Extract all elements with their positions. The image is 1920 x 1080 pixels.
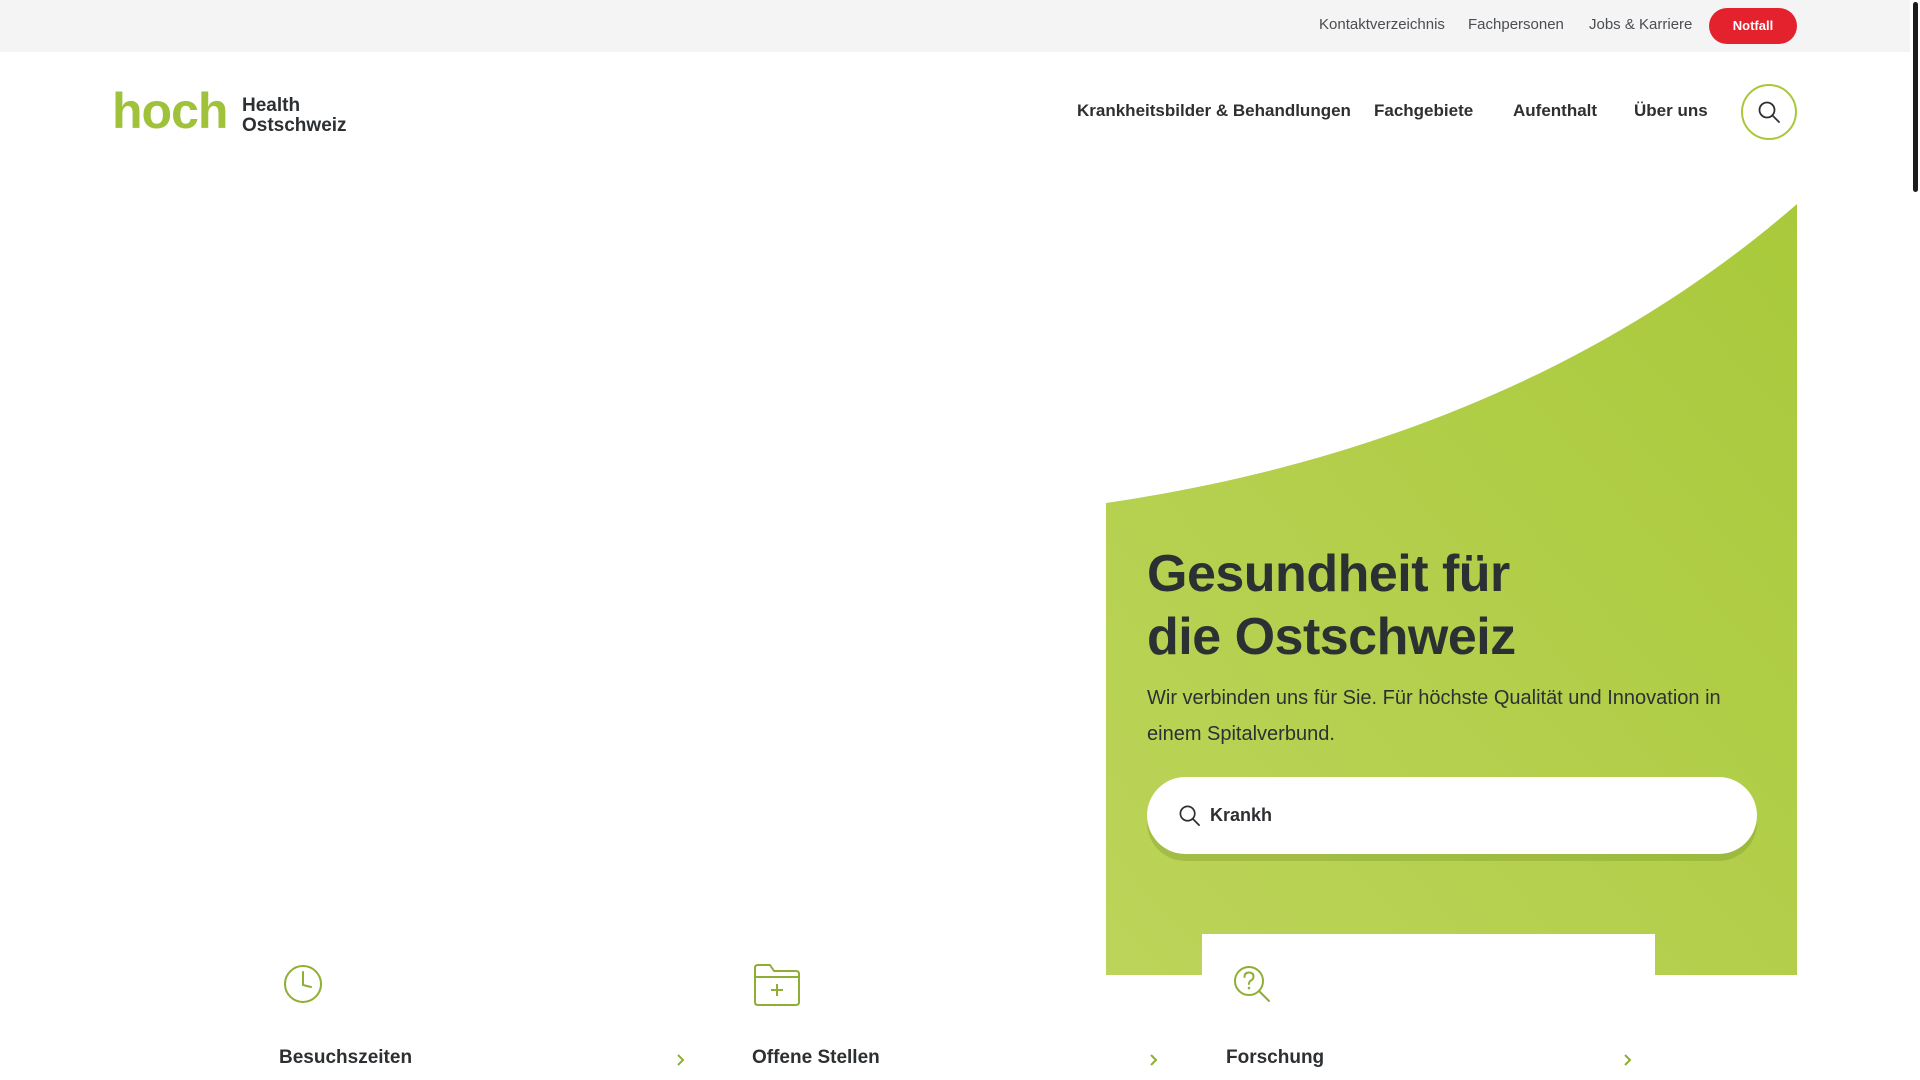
logo-wordmark: hoch	[112, 83, 228, 139]
quicklink-offene-stellen[interactable]: Offene Stellen	[752, 955, 1172, 1075]
search-icon	[1179, 805, 1200, 826]
quicklink-label: Besuchszeiten	[279, 1047, 413, 1068]
hero-subtitle: Wir verbinden uns für Sie. Für höchste Q…	[1147, 687, 1721, 745]
chevron-right-icon	[677, 1054, 685, 1066]
nav-krankheitsbilder[interactable]: Krankheitsbilder & Behandlungen	[1077, 101, 1351, 121]
link-kontaktverzeichnis[interactable]: Kontaktverzeichnis	[1319, 16, 1445, 33]
link-jobs-karriere[interactable]: Jobs & Karriere	[1589, 16, 1692, 33]
scrollbar-thumb[interactable]	[1913, 2, 1918, 192]
folder-plus-icon	[754, 964, 800, 1006]
logo-line-1: Health	[242, 95, 301, 116]
logo-line-2: Ostschweiz	[242, 115, 347, 136]
top-utility-bar: Kontaktverzeichnis Fachpersonen Jobs & K…	[0, 0, 1910, 52]
nav-aufenthalt[interactable]: Aufenthalt	[1513, 101, 1597, 121]
quicklink-besuchszeiten[interactable]: Besuchszeiten	[279, 955, 699, 1075]
logo[interactable]: hoch Health Ostschweiz	[112, 86, 362, 140]
nav-fachgebiete[interactable]: Fachgebiete	[1374, 101, 1473, 121]
clock-icon	[284, 965, 322, 1003]
quicklink-forschung[interactable]: Forschung	[1226, 955, 1646, 1075]
chevron-right-icon	[1150, 1054, 1158, 1066]
hero-search-box[interactable]	[1147, 777, 1757, 854]
search-icon	[1758, 101, 1780, 123]
chevron-right-icon	[1624, 1054, 1632, 1066]
hero-title: Gesundheit für die Ostschweiz	[1147, 545, 1516, 666]
search-question-icon	[1234, 966, 1270, 1002]
emergency-button[interactable]: Notfall	[1709, 8, 1797, 44]
nav-ueber-uns[interactable]: Über uns	[1634, 101, 1708, 121]
logo-subtitle: Health Ostschweiz	[242, 96, 347, 136]
header-search-button[interactable]	[1741, 84, 1797, 140]
quicklink-label: Forschung	[1226, 1047, 1325, 1068]
quicklink-label: Offene Stellen	[752, 1047, 880, 1068]
hero-search-input[interactable]	[1210, 799, 1730, 831]
link-fachpersonen[interactable]: Fachpersonen	[1468, 16, 1564, 33]
